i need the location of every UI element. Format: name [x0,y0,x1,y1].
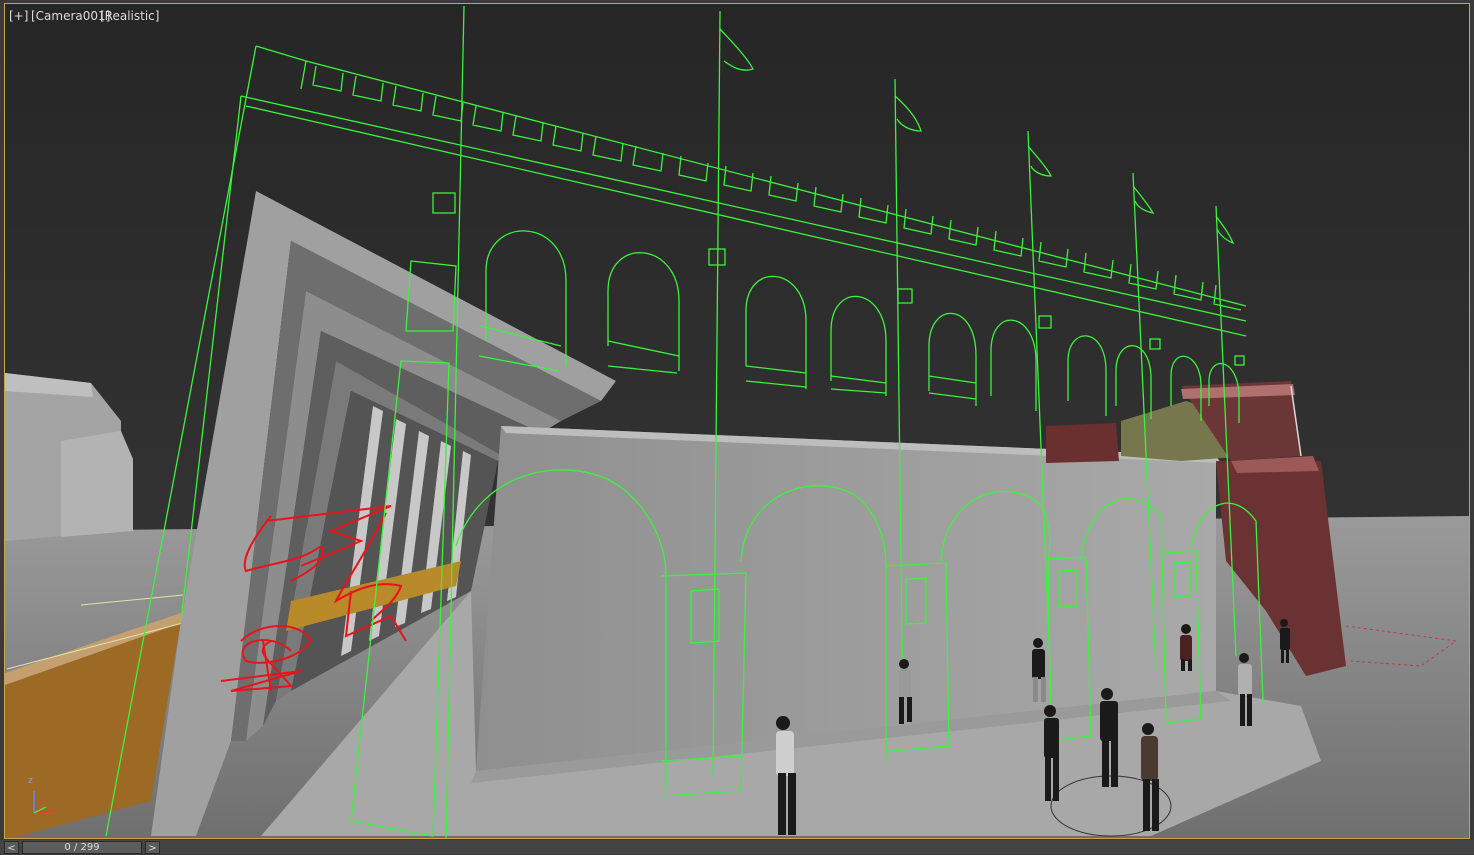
viewport-menu-label[interactable]: [+] [9,9,28,23]
prev-frame-button[interactable]: < [4,841,19,854]
gizmo-x-label: x [38,798,44,808]
next-frame-button[interactable]: > [145,841,160,854]
person [1141,723,1159,831]
viewport-scene[interactable] [5,4,1470,839]
time-slider[interactable]: 0 / 299 [22,841,142,854]
timeline-bar: < 0 / 299 > [0,840,1474,854]
camera-viewport[interactable]: [+] [Camera001] [Realistic] [4,3,1470,839]
viewport-shading-label[interactable]: [Realistic] [100,9,159,23]
person [1100,688,1118,787]
person [776,716,796,835]
viewport-camera-label[interactable]: [Camera001] [31,9,110,23]
gizmo-z-label: z [28,776,33,786]
